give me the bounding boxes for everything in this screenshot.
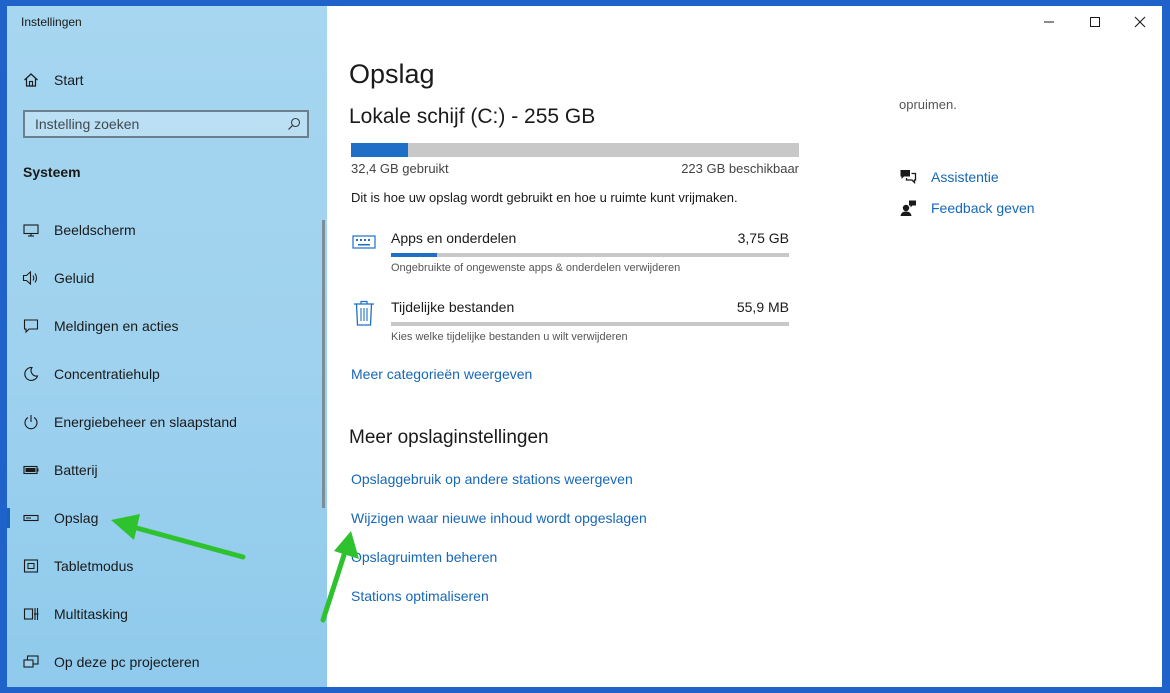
category-size: 55,9 MB [736,299,789,315]
sidebar-item-label: Start [54,72,84,88]
sidebar-item-meldingen[interactable]: Meldingen en acties [7,306,327,346]
power-icon [22,413,40,431]
link-storage-spaces[interactable]: Opslagruimten beheren [351,549,497,565]
sidebar-item-multitasking[interactable]: Multitasking [7,594,327,634]
category-bar-fill [391,253,438,257]
storage-usage-fill [351,143,408,157]
sidebar-item-label: Meldingen en acties [54,318,179,334]
link-change-save-location[interactable]: Wijzigen waar nieuwe inhoud wordt opgesl… [351,510,647,526]
category-bar [391,322,789,326]
tablet-icon [22,557,40,575]
category-name: Apps en onderdelen [391,230,517,246]
chat-help-icon [899,168,917,186]
section-title: Systeem [23,164,81,180]
page-title: Opslag [349,59,435,89]
sidebar-item-home[interactable]: Start [7,64,327,96]
help-link-assistentie[interactable]: Assistentie [899,166,999,188]
category-name: Tijdelijke bestanden [391,299,515,315]
settings-window: Instellingen Start Systeem Beeldscherm [7,6,1162,687]
moon-icon [22,365,40,383]
sidebar: Instellingen Start Systeem Beeldscherm [7,6,327,687]
category-subtitle: Kies welke tijdelijke bestanden u wilt v… [391,331,628,343]
main-content: Opslag Lokale schijf (C:) - 255 GB 32,4 … [327,6,1162,687]
help-label: Feedback geven [931,200,1035,216]
sidebar-item-label: Beeldscherm [54,222,136,238]
maximize-button[interactable] [1080,11,1110,33]
sidebar-item-tabletmodus[interactable]: Tabletmodus [7,546,327,586]
notification-icon [22,317,40,335]
sidebar-item-concentratiehulp[interactable]: Concentratiehulp [7,354,327,394]
used-label: 32,4 GB gebruikt [351,161,449,176]
storage-usage-bar [351,143,799,157]
feedback-icon [899,199,917,217]
sidebar-item-energiebeheer[interactable]: Energiebeheer en slaapstand [7,402,327,442]
keyboard-icon [351,230,377,256]
storage-description: Dit is hoe uw opslag wordt gebruikt en h… [351,190,738,205]
speaker-icon [22,269,40,287]
sidebar-scrollbar[interactable] [322,220,325,508]
multitasking-icon [22,605,40,623]
minimize-button[interactable] [1034,11,1064,33]
free-label: 223 GB beschikbaar [681,161,799,176]
home-icon [22,71,40,89]
sidebar-item-beeldscherm[interactable]: Beeldscherm [7,210,327,250]
sidebar-item-label: Op deze pc projecteren [54,654,200,670]
category-apps[interactable]: Apps en onderdelen 3,75 GB Ongebruikte o… [351,230,791,290]
sidebar-item-label: Energiebeheer en slaapstand [54,414,237,430]
minimize-icon [1044,21,1054,23]
help-label: Assistentie [931,169,999,185]
link-other-drives[interactable]: Opslaggebruik op andere stations weergev… [351,471,633,487]
link-optimize-drives[interactable]: Stations optimaliseren [351,588,489,604]
selection-indicator [7,508,10,528]
more-categories-link[interactable]: Meer categorieën weergeven [351,366,532,382]
sidebar-item-geluid[interactable]: Geluid [7,258,327,298]
search-icon[interactable] [287,117,301,131]
category-bar [391,253,789,257]
sidebar-item-projecteren[interactable]: Op deze pc projecteren [7,642,327,682]
app-title: Instellingen [21,15,82,29]
search-input[interactable] [35,116,275,132]
close-icon [1134,16,1146,28]
sidebar-item-opslag[interactable]: Opslag [7,498,327,538]
sidebar-item-label: Concentratiehulp [54,366,160,382]
project-icon [22,653,40,671]
monitor-icon [22,221,40,239]
trash-icon [351,299,377,326]
sidebar-item-label: Tabletmodus [54,558,134,574]
help-link-feedback[interactable]: Feedback geven [899,197,1035,219]
category-subtitle: Ongebruikte of ongewenste apps & onderde… [391,262,681,274]
sidebar-item-label: Geluid [54,270,95,286]
category-size: 3,75 GB [737,230,789,246]
sidebar-item-label: Opslag [54,510,99,526]
sidebar-item-batterij[interactable]: Batterij [7,450,327,490]
search-box[interactable] [23,110,309,138]
sidebar-item-label: Batterij [54,462,98,478]
close-button[interactable] [1125,11,1155,33]
right-note: opruimen. [899,97,957,112]
maximize-icon [1090,17,1100,27]
sidebar-item-label: Multitasking [54,606,128,622]
storage-icon [22,509,40,527]
drive-title: Lokale schijf (C:) - 255 GB [349,105,596,128]
battery-icon [22,461,40,479]
more-settings-title: Meer opslaginstellingen [349,427,549,448]
category-temp[interactable]: Tijdelijke bestanden 55,9 MB Kies welke … [351,299,791,359]
